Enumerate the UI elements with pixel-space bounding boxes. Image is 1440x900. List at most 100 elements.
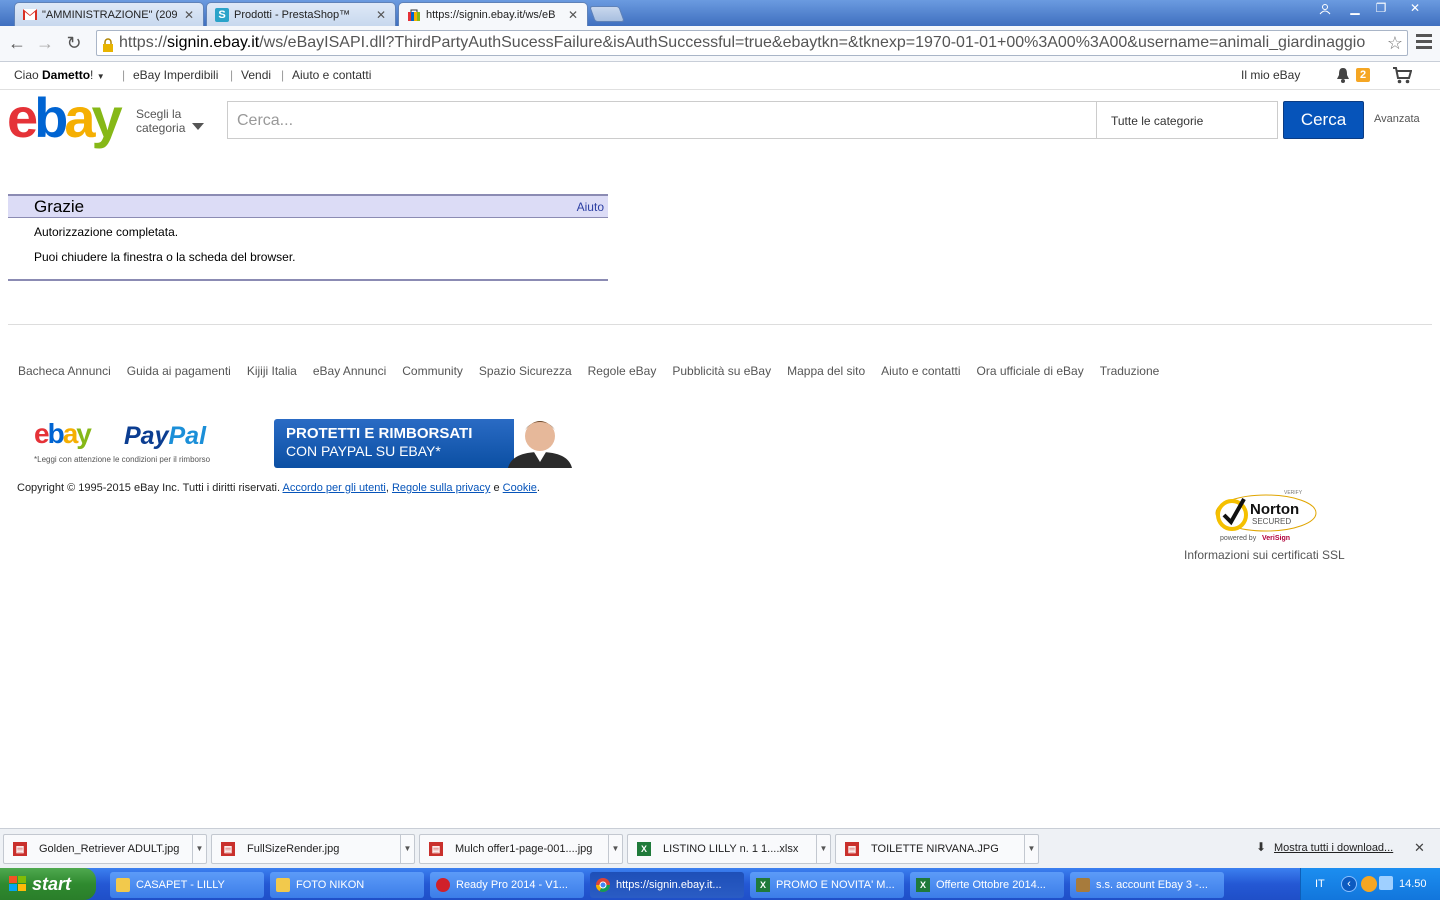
downloads-bar: ▤ Golden_Retriever ADULT.jpg ▼ ▤ FullSiz… (0, 828, 1440, 868)
tab-prestashop[interactable]: S Prodotti - PrestaShop™ ✕ (206, 2, 396, 26)
footer-link[interactable]: Kijiji Italia (247, 364, 297, 378)
pdf-file-icon: ▤ (13, 842, 27, 856)
chevron-down-icon[interactable]: ▼ (1024, 835, 1038, 863)
reload-icon[interactable]: ↻ (62, 31, 86, 55)
download-item[interactable]: ▤ TOILETTE NIRVANA.JPG ▼ (835, 834, 1039, 864)
category-select[interactable]: Tutte le categorie (1096, 101, 1278, 139)
close-downloads-icon[interactable]: ✕ (1414, 840, 1425, 856)
browser-tab-strip: "AMMINISTRAZIONE" (209) - ✕ S Prodotti -… (0, 0, 1440, 27)
taskbar-item[interactable]: CASAPET - LILLY (110, 872, 264, 898)
download-item[interactable]: ▤ Golden_Retriever ADULT.jpg ▼ (3, 834, 207, 864)
browser-toolbar: ← → ↻ https://signin.ebay.it/ws/eBayISAP… (0, 26, 1440, 62)
close-window-message: Puoi chiudere la finestra o la scheda de… (34, 250, 296, 264)
cart-icon[interactable] (1392, 66, 1413, 87)
footer-links: Bacheca Annunci Guida ai pagamenti Kijiji … (18, 364, 1175, 378)
privacy-link[interactable]: Regole sulla privacy (392, 482, 490, 494)
chevron-down-icon[interactable]: ▼ (192, 835, 206, 863)
taskbar-item[interactable]: FOTO NIKON (270, 872, 424, 898)
search-button[interactable]: Cerca (1283, 101, 1364, 139)
norton-secured-seal[interactable]: VERIFY Norton SECURED powered by VeriSig… (1214, 489, 1318, 543)
my-ebay-link[interactable]: Il mio eBay (1241, 68, 1300, 82)
ebay-top-bar: Ciao Dametto! ▼ | eBay Imperdibili | Ven… (0, 62, 1440, 90)
category-picker[interactable]: Scegli la categoria (136, 107, 185, 135)
back-icon[interactable]: ← (5, 31, 29, 55)
bookmark-star-icon[interactable]: ☆ (1387, 31, 1403, 55)
deals-link[interactable]: eBay Imperdibili (133, 68, 218, 82)
footer-divider (8, 324, 1432, 325)
minimize-icon[interactable]: ▁ (1342, 0, 1368, 18)
system-tray: IT ‹ 14.50 (1300, 868, 1440, 900)
tray-expand-icon[interactable]: ‹ (1341, 876, 1357, 892)
close-window-icon[interactable]: ✕ (1400, 0, 1430, 18)
footer-link[interactable]: Mappa del sito (787, 364, 865, 378)
folder-icon (276, 878, 290, 892)
chevron-down-icon[interactable]: ▼ (816, 835, 830, 863)
taskbar-item[interactable]: s.s. account Ebay 3 -... (1070, 872, 1224, 898)
svg-text:VERIFY: VERIFY (1284, 490, 1303, 496)
app-icon (1076, 878, 1090, 892)
ebay-bag-icon (407, 8, 421, 22)
footer-link[interactable]: Regole eBay (588, 364, 657, 378)
download-item[interactable]: ▤ Mulch offer1-page-001....jpg ▼ (419, 834, 623, 864)
start-button[interactable]: start (0, 868, 96, 900)
taskbar-item[interactable]: Ready Pro 2014 - V1... (430, 872, 584, 898)
footer-link[interactable]: Guida ai pagamenti (127, 364, 231, 378)
address-bar[interactable]: https://signin.ebay.it/ws/eBayISAPI.dll?… (96, 30, 1408, 56)
sell-link[interactable]: Vendi (241, 68, 271, 82)
user-greeting[interactable]: Ciao Dametto! ▼ (14, 68, 105, 82)
ssl-info-link[interactable]: Informazioni sui certificati SSL (1184, 548, 1345, 562)
windows-flag-icon (9, 876, 26, 891)
paypal-logo: PayPal (124, 422, 207, 450)
paypal-note: *Leggi con attenzione le condizioni per … (34, 455, 211, 464)
paypal-protection-banner[interactable]: PROTETTI E RIMBORSATI CON PAYPAL SU EBAY… (274, 414, 580, 468)
footer-link[interactable]: Aiuto e contatti (881, 364, 960, 378)
advanced-search-link[interactable]: Avanzata (1374, 113, 1420, 125)
restore-icon[interactable]: ❐ (1368, 0, 1394, 18)
user-agreement-link[interactable]: Accordo per gli utenti (283, 482, 386, 494)
footer-link[interactable]: Spazio Sicurezza (479, 364, 572, 378)
new-tab-button[interactable] (589, 6, 625, 22)
language-indicator[interactable]: IT (1315, 878, 1325, 890)
taskbar-item[interactable]: X PROMO E NOVITA' M... (750, 872, 904, 898)
tray-app-icon[interactable] (1361, 876, 1377, 892)
chevron-down-icon[interactable]: ▼ (608, 835, 622, 863)
browser-menu-icon[interactable] (1416, 34, 1432, 52)
download-arrow-icon: ⬇ (1256, 840, 1267, 854)
windows-taskbar: start CASAPET - LILLY FOTO NIKON Ready P… (0, 868, 1440, 900)
close-tab-icon[interactable]: ✕ (567, 8, 579, 22)
authorization-message: Autorizzazione completata. (34, 225, 179, 239)
close-tab-icon[interactable]: ✕ (183, 8, 195, 22)
folder-icon (116, 878, 130, 892)
clock[interactable]: 14.50 (1399, 878, 1427, 890)
gmail-icon (23, 8, 37, 22)
network-icon[interactable] (1379, 876, 1393, 890)
taskbar-item[interactable]: https://signin.ebay.it... (590, 872, 744, 898)
confirmation-panel: Grazie Aiuto Autorizzazione completata. … (8, 194, 608, 281)
bell-icon[interactable] (1336, 67, 1350, 83)
copyright-line: Copyright © 1995-2015 eBay Inc. Tutti i … (17, 482, 540, 494)
footer-link[interactable]: Ora ufficiale di eBay (977, 364, 1084, 378)
download-item[interactable]: ▤ FullSizeRender.jpg ▼ (211, 834, 415, 864)
profile-icon[interactable] (1312, 0, 1338, 18)
close-tab-icon[interactable]: ✕ (375, 8, 387, 22)
ebay-logo[interactable]: ebay (7, 88, 123, 148)
search-input[interactable]: Cerca... (227, 101, 1097, 139)
prestashop-icon: S (215, 7, 229, 22)
chevron-down-icon[interactable]: ▼ (400, 835, 414, 863)
forward-icon[interactable]: → (33, 31, 57, 55)
ebay-paypal-logo[interactable]: ebay PayPal *Leggi con attenzione le con… (34, 418, 234, 468)
taskbar-item[interactable]: X Offerte Ottobre 2014... (910, 872, 1064, 898)
help-contact-link[interactable]: Aiuto e contatti (292, 68, 371, 82)
tab-gmail[interactable]: "AMMINISTRAZIONE" (209) - ✕ (14, 2, 204, 26)
footer-link[interactable]: Traduzione (1100, 364, 1160, 378)
panel-header: Grazie Aiuto (8, 194, 608, 218)
help-link[interactable]: Aiuto (577, 200, 604, 214)
footer-link[interactable]: Bacheca Annunci (18, 364, 111, 378)
show-all-downloads-link[interactable]: Mostra tutti i download... (1274, 842, 1393, 854)
footer-link[interactable]: Community (402, 364, 463, 378)
footer-link[interactable]: eBay Annunci (313, 364, 386, 378)
footer-link[interactable]: Pubblicità su eBay (672, 364, 771, 378)
tab-ebay-signin[interactable]: https://signin.ebay.it/ws/eB ✕ (398, 2, 588, 27)
cookie-link[interactable]: Cookie (503, 482, 537, 494)
download-item[interactable]: X LISTINO LILLY n. 1 1....xlsx ▼ (627, 834, 831, 864)
